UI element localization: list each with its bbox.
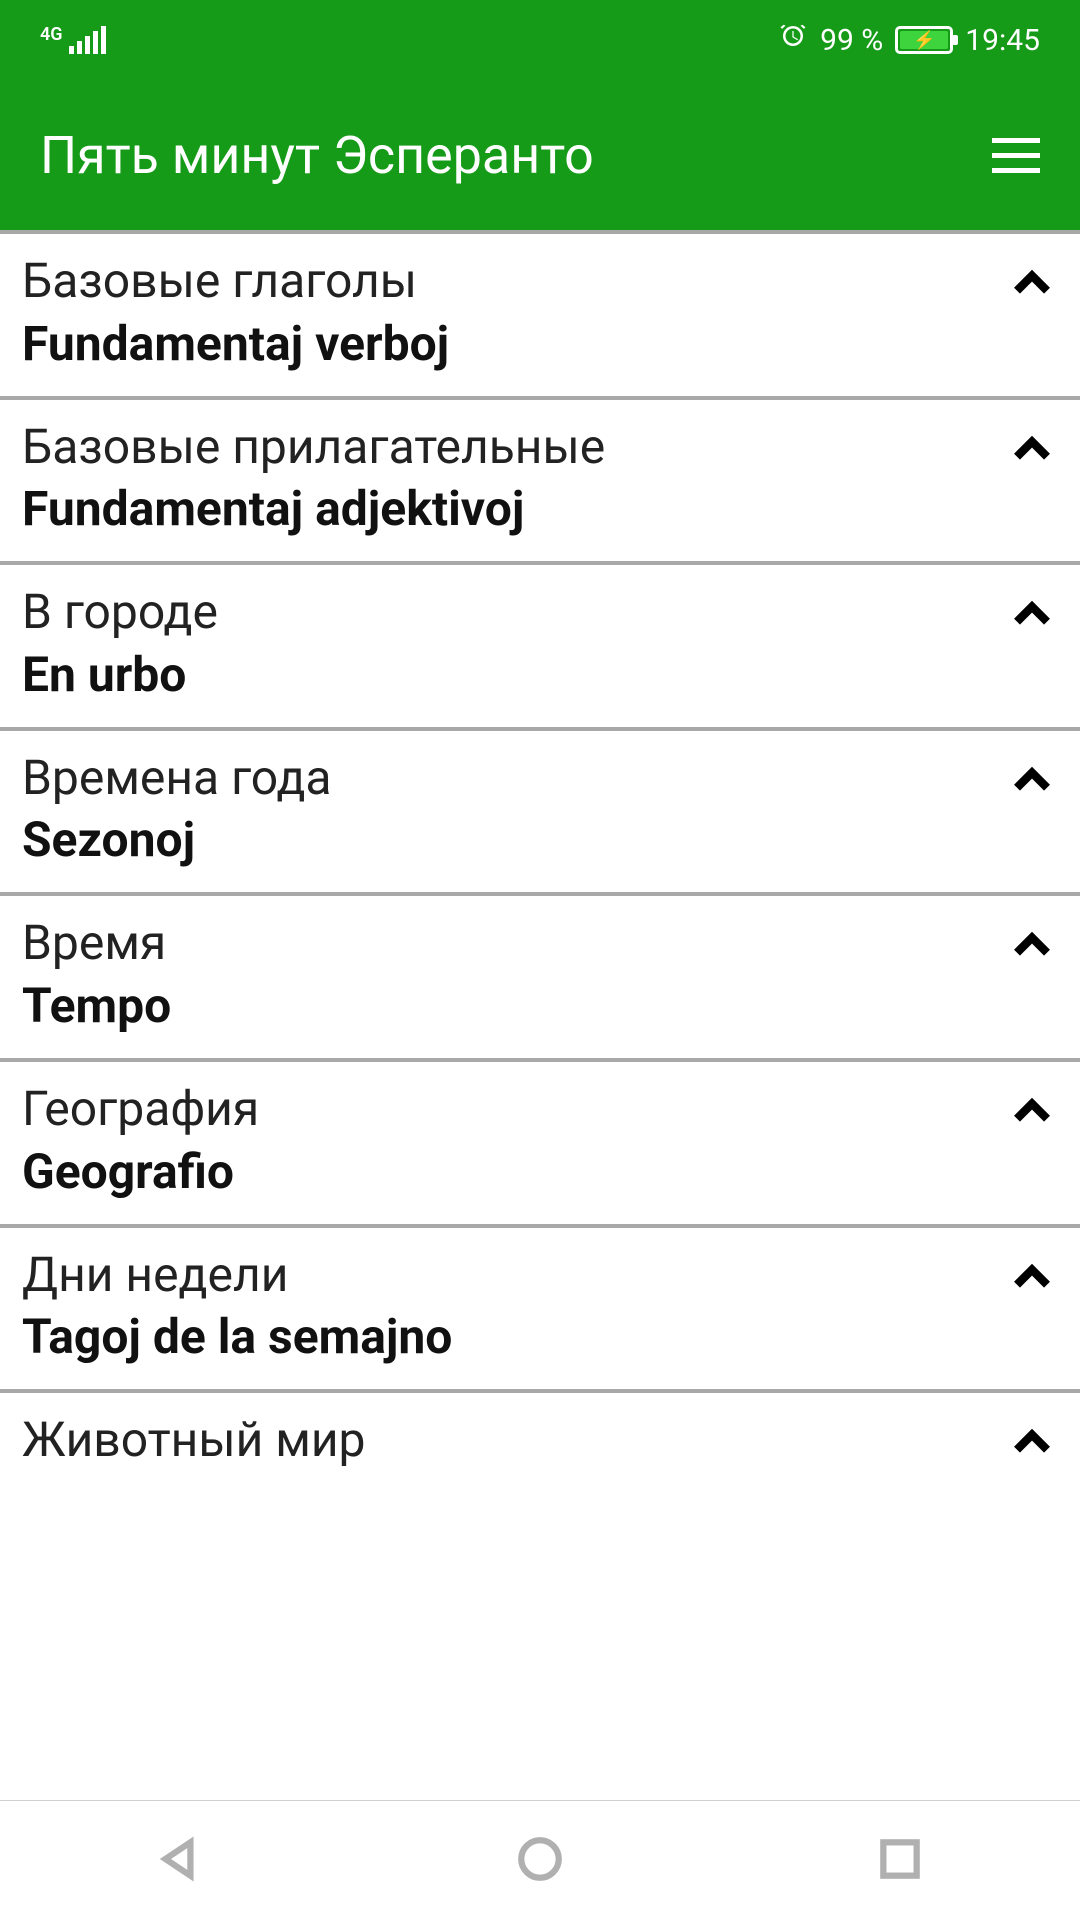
item-title-eo: Fundamentaj verboj	[22, 314, 992, 374]
item-title-ru: Дни недели	[22, 1246, 992, 1304]
item-title-eo: Geografio	[22, 1142, 992, 1202]
item-title-ru: Животный мир	[22, 1411, 992, 1469]
chevron-up-icon	[1012, 926, 1052, 970]
item-title-ru: Базовые прилагательные	[22, 418, 992, 476]
alarm-icon	[778, 21, 808, 59]
network-type: 4G	[40, 24, 63, 45]
battery-icon: ⚡	[895, 26, 953, 54]
navigation-bar	[0, 1800, 1080, 1920]
chevron-up-icon	[1012, 1092, 1052, 1136]
status-left: 4G	[40, 26, 106, 54]
chevron-up-icon	[1012, 430, 1052, 474]
list-item[interactable]: В городе En urbo	[0, 565, 1080, 727]
item-title-ru: Базовые глаголы	[22, 252, 992, 310]
list-item[interactable]: Времена года Sezonoj	[0, 731, 1080, 893]
list-item[interactable]: Время Tempo	[0, 896, 1080, 1058]
item-title-ru: В городе	[22, 583, 992, 641]
app-bar: Пять минут Эсперанто	[0, 80, 1080, 230]
item-title-ru: География	[22, 1080, 992, 1138]
item-title-eo: Tagoj de la semajno	[22, 1307, 992, 1367]
list-item[interactable]: Базовые прилагательные Fundamentaj adjek…	[0, 400, 1080, 562]
status-bar: 4G 99 % ⚡ 19:45	[0, 0, 1080, 80]
category-list: Базовые глаголы Fundamentaj verboj Базов…	[0, 230, 1080, 1495]
recent-apps-button[interactable]	[875, 1834, 925, 1888]
clock: 19:45	[965, 23, 1040, 58]
status-right: 99 % ⚡ 19:45	[778, 21, 1040, 59]
chevron-up-icon	[1012, 595, 1052, 639]
chevron-up-icon	[1012, 1258, 1052, 1302]
item-title-eo: Tempo	[22, 976, 992, 1036]
chevron-up-icon	[1012, 1423, 1052, 1467]
menu-icon[interactable]	[992, 138, 1040, 173]
list-item[interactable]: Базовые глаголы Fundamentaj verboj	[0, 234, 1080, 396]
signal-icon	[69, 26, 106, 54]
item-title-eo: En urbo	[22, 645, 992, 705]
app-title: Пять минут Эсперанто	[40, 125, 594, 186]
list-item[interactable]: География Geografio	[0, 1062, 1080, 1224]
item-title-ru: Время	[22, 914, 992, 972]
home-button[interactable]	[515, 1834, 565, 1888]
list-item[interactable]: Животный мир	[0, 1393, 1080, 1495]
item-title-eo: Sezonoj	[22, 810, 992, 870]
list-item[interactable]: Дни недели Tagoj de la semajno	[0, 1228, 1080, 1390]
battery-percent: 99 %	[820, 23, 883, 58]
item-title-ru: Времена года	[22, 749, 992, 807]
chevron-up-icon	[1012, 761, 1052, 805]
back-button[interactable]	[155, 1834, 205, 1888]
item-title-eo: Fundamentaj adjektivoj	[22, 479, 992, 539]
chevron-up-icon	[1012, 264, 1052, 308]
